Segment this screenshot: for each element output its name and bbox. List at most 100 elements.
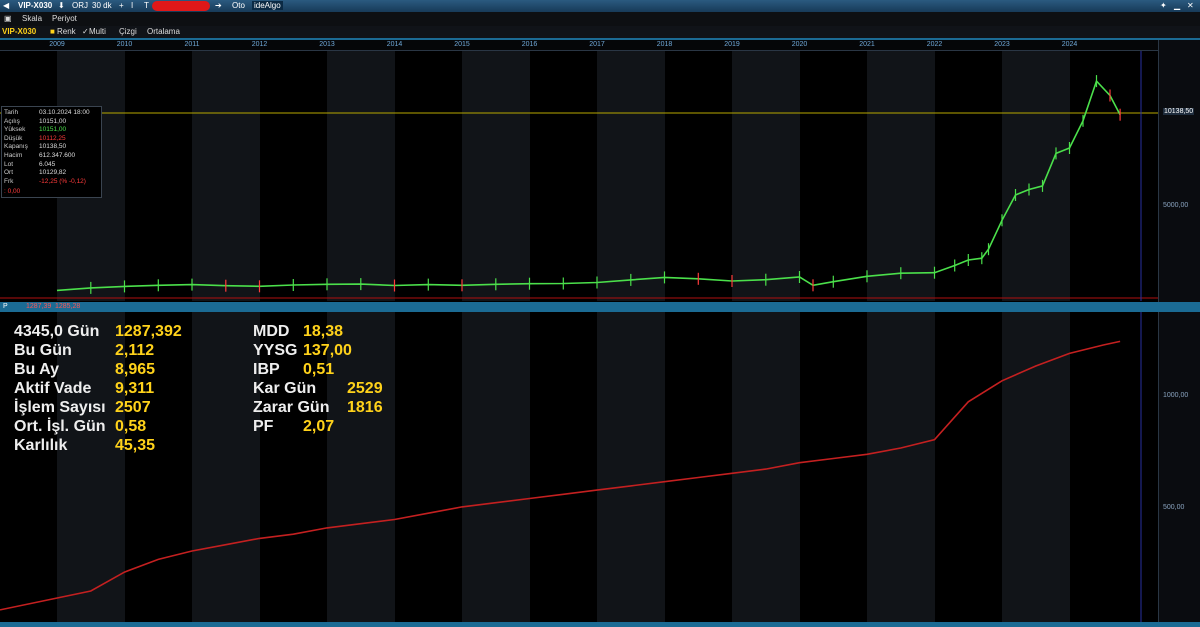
download-icon[interactable]: ⬇ <box>58 1 65 10</box>
menu-bar: ▣ Skala Periyot <box>0 12 1200 26</box>
info-row: Yüksek 10151,00 <box>4 126 99 134</box>
stat-label: IBP <box>253 361 280 378</box>
stat-label: PF <box>253 418 274 435</box>
current-price-label: 10138,50 <box>1163 108 1195 115</box>
info-row: Düşük 10112,25 <box>4 135 99 143</box>
info-value: 10138,50 <box>39 143 67 151</box>
interval-button[interactable]: 30 dk <box>92 1 112 10</box>
stat-label: İşlem Sayısı <box>14 399 106 416</box>
info-row: Frk -12,25 (% -0,12) <box>4 178 99 186</box>
symbol-field[interactable]: VIP-X030 <box>18 1 52 10</box>
year-label: 2022 <box>926 41 943 48</box>
info-value: 10151,00 <box>39 117 67 125</box>
equity-series-line <box>0 340 1121 611</box>
info-value: 612.347.600 <box>39 152 76 159</box>
stat-label: Karlılık <box>14 437 68 454</box>
bar-button[interactable]: I <box>131 1 133 10</box>
price-axis: 10138,50 5000,00 <box>1158 40 1200 302</box>
info-footer: : 0,00 <box>4 188 21 195</box>
info-row: Kapanış 10138,50 <box>4 143 99 151</box>
minimize-icon[interactable]: ▁ <box>1174 1 1180 10</box>
info-key: Ort <box>4 169 14 177</box>
equity-value-2: 1285,28 <box>55 303 81 310</box>
year-label: 2017 <box>589 41 605 48</box>
price-tick: 5000,00 <box>1163 202 1189 209</box>
price-chart[interactable]: Tarih 03.10.2024 18:00 Açılış 10151,00 Yükse… <box>0 51 1158 301</box>
year-label: 2016 <box>521 41 538 48</box>
stat-value: 0,58 <box>115 418 147 435</box>
year-label: 2009 <box>49 41 65 48</box>
stat-value: 2507 <box>115 399 151 416</box>
equity-value-1: 1287,39 <box>26 303 52 310</box>
oto-button[interactable]: Oto <box>232 1 245 10</box>
info-key: Yüksek <box>4 126 26 134</box>
ortalama-button[interactable]: Ortalama <box>147 27 180 36</box>
stat-value: 18,38 <box>303 323 344 340</box>
info-row: Açılış 10151,00 <box>4 118 99 126</box>
add-button[interactable]: + <box>119 1 124 10</box>
year-label: 2023 <box>994 41 1010 48</box>
symbol-tag[interactable]: VIP-X030 <box>2 27 36 36</box>
stat-value: 1287,392 <box>115 323 182 340</box>
stat-value: 1816 <box>347 399 383 416</box>
ohlc-info-panel: Tarih 03.10.2024 18:00 Açılış 10151,00 Yükse… <box>1 106 102 198</box>
info-row: Lot 6.045 <box>4 161 99 169</box>
year-label: 2012 <box>251 41 268 48</box>
orj-button[interactable]: ORJ <box>72 1 88 10</box>
stat-value: 8,965 <box>115 361 156 378</box>
price-series-line <box>56 79 1121 292</box>
year-label: 2018 <box>656 41 673 48</box>
stat-label: Bu Gün <box>14 342 72 359</box>
stat-value: 2,07 <box>303 418 335 435</box>
year-label: 2015 <box>454 41 470 48</box>
back-icon[interactable]: ◀ <box>3 1 9 10</box>
stat-value: 2529 <box>347 380 383 397</box>
equity-label: P <box>3 303 8 310</box>
year-label: 2011 <box>184 41 200 48</box>
stat-label: YYSG <box>253 342 298 359</box>
stat-label: Ort. İşl. Gün <box>14 418 106 435</box>
info-key: Lot <box>4 160 14 168</box>
menu-periyot[interactable]: Periyot <box>52 14 77 23</box>
stat-value: 9,311 <box>115 380 155 397</box>
info-key: Frk <box>4 177 14 185</box>
close-icon[interactable]: ✕ <box>1187 1 1194 10</box>
info-value: -12,25 (% -0,12) <box>39 177 86 185</box>
stat-label: 4345,0 Gün <box>14 323 100 340</box>
stat-label: Bu Ay <box>14 361 60 378</box>
equity-chart[interactable]: 4345,0 Gün 1287,392 Bu Gün 2,112 Bu Ay 8,965 A… <box>0 312 1158 622</box>
save-icon[interactable]: ▣ <box>4 14 12 23</box>
text-button[interactable]: T <box>144 1 149 10</box>
equity-axis: 1000,00 500,00 <box>1158 312 1200 622</box>
multi-button[interactable]: Multi <box>89 27 106 36</box>
stat-label: Aktif Vade <box>14 380 92 397</box>
brand-label: ideAlgo <box>252 1 283 10</box>
equity-plot <box>0 312 1142 622</box>
title-bar: ◀ VIP-X030 ⬇ ORJ 30 dk + I T ➔ Oto ideAl… <box>0 0 1200 12</box>
year-label: 2024 <box>1061 41 1078 48</box>
year-label: 2013 <box>319 41 335 48</box>
year-label: 2020 <box>791 41 808 48</box>
panel-divider: P 1287,39 1285,28 <box>0 302 1200 312</box>
equity-tick: 500,00 <box>1163 504 1185 511</box>
cizgi-button[interactable]: Çizgi <box>119 27 137 36</box>
year-label: 2019 <box>724 41 740 48</box>
info-key: Hacim <box>4 152 23 159</box>
info-value: 10129,82 <box>39 169 67 177</box>
year-label: 2021 <box>859 41 875 48</box>
info-key: Düşük <box>4 134 23 142</box>
info-row: Hacim 612.347.600 <box>4 152 99 160</box>
info-row: Ort 10129,82 <box>4 169 99 177</box>
check-icon: ✓ <box>82 27 89 36</box>
stat-label: Kar Gün <box>253 380 317 397</box>
arrow-right-icon[interactable]: ➔ <box>215 1 222 10</box>
twitter-icon[interactable]: ✦ <box>1160 1 1167 10</box>
info-key: Kapanış <box>4 143 28 151</box>
stat-value: 137,00 <box>303 342 352 359</box>
redaction-mark <box>152 1 210 11</box>
menu-skala[interactable]: Skala <box>22 14 42 23</box>
renk-button[interactable]: Renk <box>57 27 76 36</box>
stat-value: 0,51 <box>303 361 335 378</box>
year-label: 2014 <box>386 41 403 48</box>
info-value: 03.10.2024 18:00 <box>39 109 90 116</box>
